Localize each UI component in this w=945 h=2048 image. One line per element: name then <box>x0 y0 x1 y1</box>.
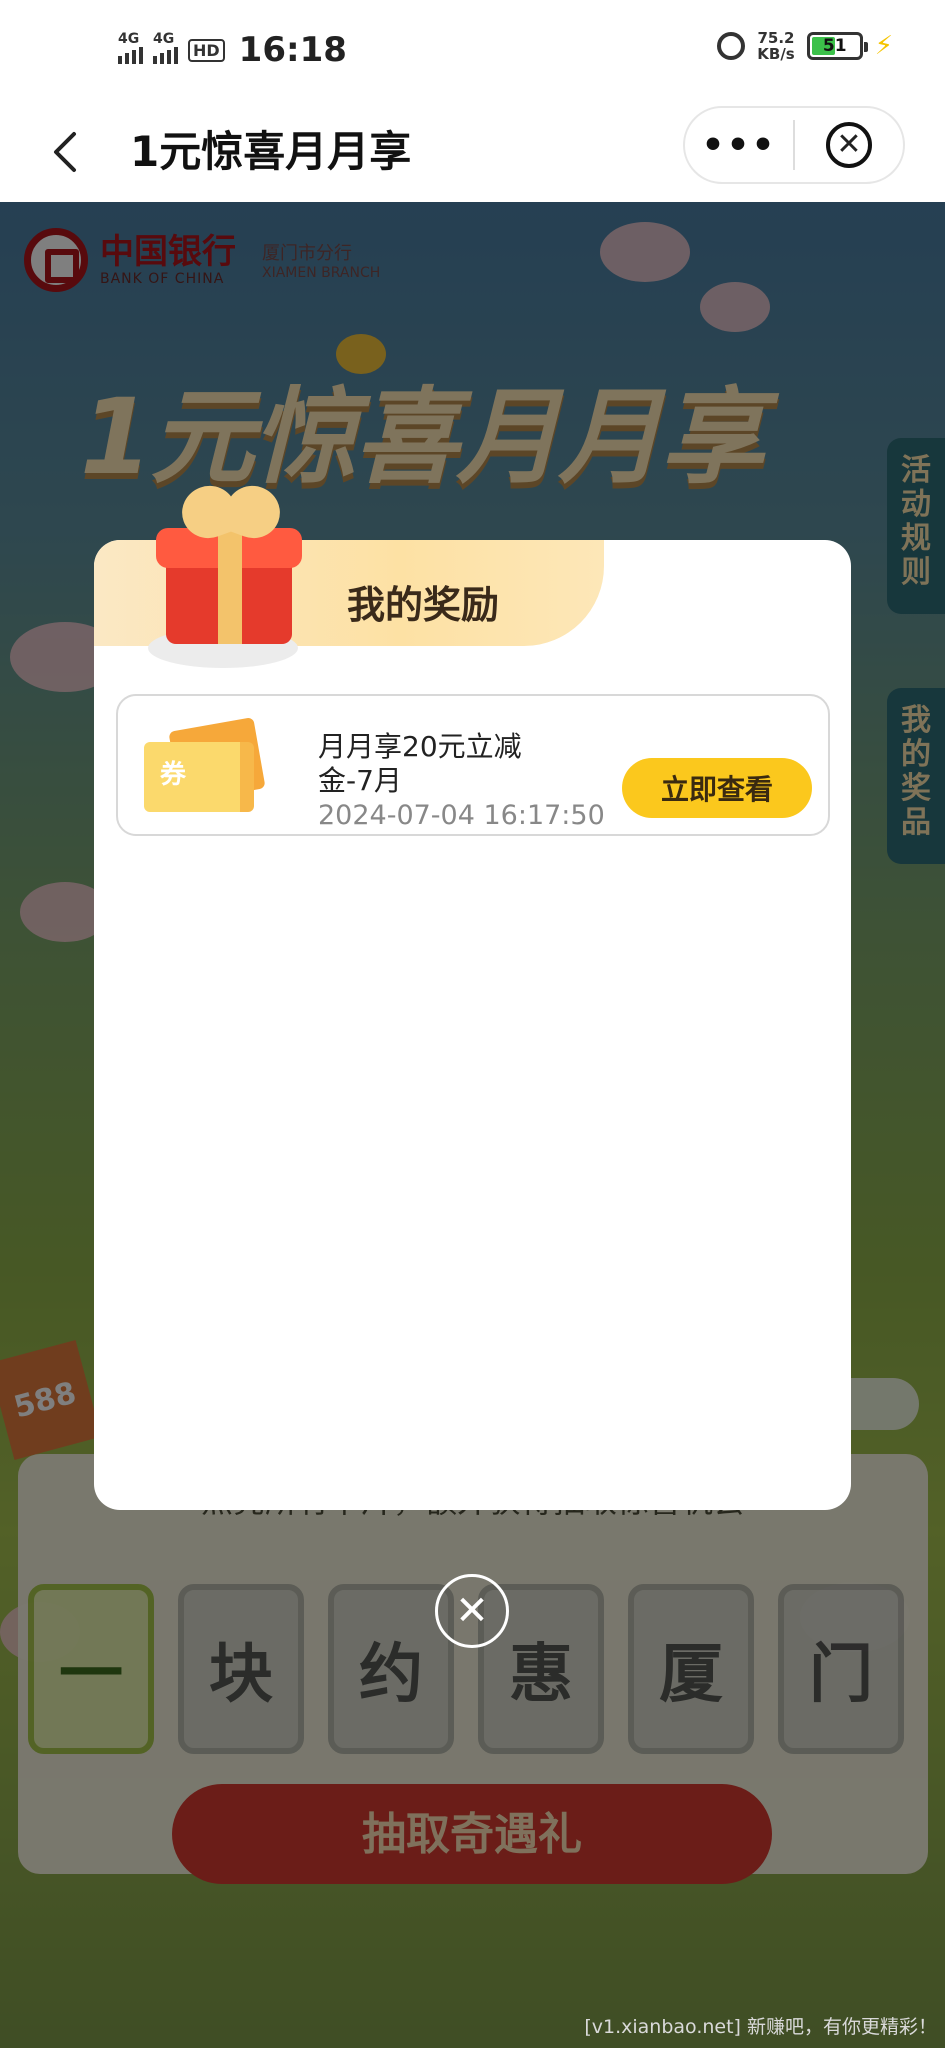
hd-voice-icon: HD <box>188 38 225 62</box>
signal-icon: 4G <box>118 31 143 64</box>
coupon-ticket-label: 券 <box>160 760 187 790</box>
coupon-ticket-icon: 券 <box>144 717 266 814</box>
gift-box-icon <box>138 478 308 668</box>
modal-title: 我的奖励 <box>347 583 500 627</box>
reward-name: 月月享20元立减金-7月 <box>318 730 522 797</box>
network-speed-unit: KB/s <box>757 45 795 63</box>
close-icon: ✕ <box>825 122 872 168</box>
signal-label-2: 4G <box>153 30 175 47</box>
back-button[interactable] <box>40 122 90 182</box>
signal-icon-2: 4G <box>153 31 178 64</box>
page-title: 1元惊喜月月享 <box>130 127 412 176</box>
status-right: 75.2 KB/s 51 ⚡ <box>717 30 893 62</box>
view-now-button[interactable]: 立即查看 <box>622 758 812 818</box>
network-speed-value: 75.2 <box>757 29 795 47</box>
alarm-icon <box>717 32 746 60</box>
signal-label: 4G <box>118 30 140 47</box>
modal-close-button[interactable]: ✕ <box>435 1574 509 1648</box>
reward-time: 2024-07-04 16:17:50 <box>318 800 605 831</box>
mini-program-capsule: ••• ✕ <box>683 106 905 184</box>
reward-item: 券 月月享20元立减金-7月 2024-07-04 16:17:50 立即查看 <box>116 694 830 836</box>
nav-bar: 1元惊喜月月享 ••• ✕ <box>0 102 945 202</box>
status-bar: 4G 4G HD 16:18 75.2 KB/s 51 ⚡ <box>0 0 945 102</box>
chevron-left-icon <box>54 132 76 172</box>
close-icon: ✕ <box>455 1588 489 1634</box>
battery-level: 51 <box>822 36 847 56</box>
network-speed: 75.2 KB/s <box>757 30 794 62</box>
battery-icon: 51 <box>806 32 868 60</box>
close-button[interactable]: ✕ <box>795 108 903 182</box>
clock: 16:18 <box>238 30 347 70</box>
status-left: 4G 4G HD 16:18 <box>118 30 347 70</box>
charging-icon: ⚡ <box>874 31 893 61</box>
more-button[interactable]: ••• <box>685 108 793 182</box>
my-rewards-modal: 我的奖励 券 月月享20元立减金-7月 2024-07-04 16:17:50 … <box>94 478 851 1510</box>
watermark: [v1.xianbao.net] 新赚吧，有你更精彩！ <box>584 2016 937 2038</box>
